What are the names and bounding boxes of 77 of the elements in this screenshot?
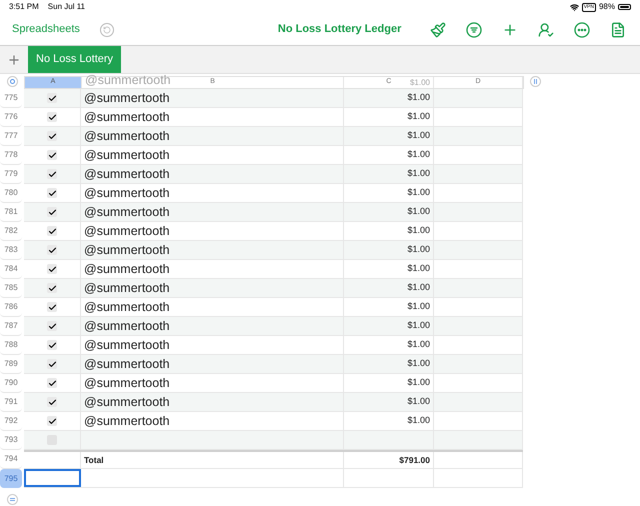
table-cell-text: @summertooth bbox=[83, 336, 170, 354]
table-cell-text: Total bbox=[83, 454, 104, 466]
checkbox[interactable] bbox=[47, 245, 57, 255]
checkbox[interactable] bbox=[47, 188, 57, 198]
faded-cell-text: $1.00 bbox=[410, 78, 430, 88]
table-cell-text: $1.00 bbox=[407, 376, 431, 390]
table-cell-text: @summertooth bbox=[83, 90, 170, 107]
checkbox[interactable] bbox=[47, 169, 57, 179]
table-cell-text: $1.00 bbox=[407, 300, 431, 314]
checkbox[interactable] bbox=[47, 207, 57, 217]
table-cell-text: $791.00 bbox=[399, 454, 431, 466]
table-cell-text: $1.00 bbox=[407, 414, 431, 428]
checkbox[interactable] bbox=[47, 226, 57, 236]
table-cell-text: $1.00 bbox=[407, 91, 431, 104]
checkbox[interactable] bbox=[47, 150, 57, 160]
table-cell-text: $1.00 bbox=[407, 319, 431, 332]
status-date: Sun Jul 11 bbox=[48, 1, 86, 13]
table-cell-text: $1.00 bbox=[407, 148, 431, 162]
table-cell-text: $1.00 bbox=[407, 167, 431, 180]
table-cell-text: $1.00 bbox=[407, 281, 431, 294]
checkbox[interactable] bbox=[47, 302, 57, 312]
checkbox[interactable] bbox=[47, 416, 57, 426]
table-cell-text: @summertooth bbox=[83, 318, 170, 335]
table-cell-text: $1.00 bbox=[407, 205, 431, 218]
paintbrush-icon[interactable] bbox=[430, 22, 446, 38]
table-cell-text: $1.00 bbox=[407, 338, 431, 352]
checkbox[interactable] bbox=[47, 359, 57, 369]
table-cell-text: @summertooth bbox=[83, 146, 170, 164]
status-time: 3:51 PM bbox=[9, 1, 39, 13]
checkbox[interactable] bbox=[47, 397, 57, 407]
table-cell-text: @summertooth bbox=[83, 280, 170, 297]
back-button[interactable]: Spreadsheets bbox=[12, 21, 80, 38]
add-icon[interactable] bbox=[502, 22, 518, 38]
battery-level: 98% bbox=[598, 1, 615, 13]
collaborate-icon[interactable] bbox=[538, 22, 554, 38]
table-cell-text: @summertooth bbox=[83, 166, 170, 183]
row-number[interactable]: 795 bbox=[0, 469, 22, 488]
table-cell-text: @summertooth bbox=[83, 298, 170, 316]
table-cell-text: $1.00 bbox=[407, 110, 431, 124]
table-cell-text: @summertooth bbox=[83, 204, 170, 221]
table-cell-text: @summertooth bbox=[83, 374, 170, 392]
selected-cell[interactable] bbox=[24, 469, 81, 487]
sheet-tab[interactable]: No Loss Lottery bbox=[28, 46, 122, 73]
table-cell-text: @summertooth bbox=[83, 128, 170, 145]
checkbox[interactable] bbox=[47, 321, 57, 331]
table-cell-text: $1.00 bbox=[407, 224, 431, 238]
wifi-icon bbox=[570, 2, 579, 12]
document-icon[interactable] bbox=[610, 22, 626, 38]
checkbox[interactable] bbox=[47, 340, 57, 350]
more-icon[interactable] bbox=[574, 22, 590, 38]
table-cell-text: @summertooth bbox=[83, 260, 170, 278]
table-cell-text: @summertooth bbox=[83, 356, 170, 373]
checkbox[interactable] bbox=[47, 378, 57, 388]
table-cell-text: @summertooth bbox=[83, 184, 170, 202]
filter-icon[interactable] bbox=[466, 22, 482, 38]
select-all-icon[interactable] bbox=[6, 76, 18, 87]
checkbox[interactable] bbox=[47, 131, 57, 141]
checkbox[interactable] bbox=[47, 264, 57, 274]
row-handle-icon[interactable] bbox=[7, 494, 18, 505]
add-sheet-icon[interactable] bbox=[7, 52, 21, 66]
table-cell-text: $1.00 bbox=[407, 262, 431, 276]
table-cell-text: @summertooth bbox=[83, 394, 170, 411]
table-cell-text: @summertooth bbox=[83, 108, 170, 126]
table-cell-text: $1.00 bbox=[407, 186, 431, 200]
checkbox[interactable] bbox=[47, 112, 57, 122]
column-handle-icon[interactable] bbox=[530, 76, 541, 87]
table-cell-text: @summertooth bbox=[83, 412, 170, 430]
table-cell-text: $1.00 bbox=[407, 243, 431, 256]
table-cell-text: $1.00 bbox=[407, 357, 431, 370]
battery-icon bbox=[618, 4, 631, 10]
table-cell-text: $1.00 bbox=[407, 395, 431, 408]
table-cell-text: @summertooth bbox=[83, 242, 170, 259]
document-title: No Loss Lottery Ledger bbox=[278, 22, 402, 38]
checkbox[interactable] bbox=[47, 93, 57, 103]
table-cell-text: $1.00 bbox=[407, 129, 431, 142]
table-cell-text: @summertooth bbox=[83, 222, 170, 240]
checkbox[interactable] bbox=[47, 283, 57, 293]
